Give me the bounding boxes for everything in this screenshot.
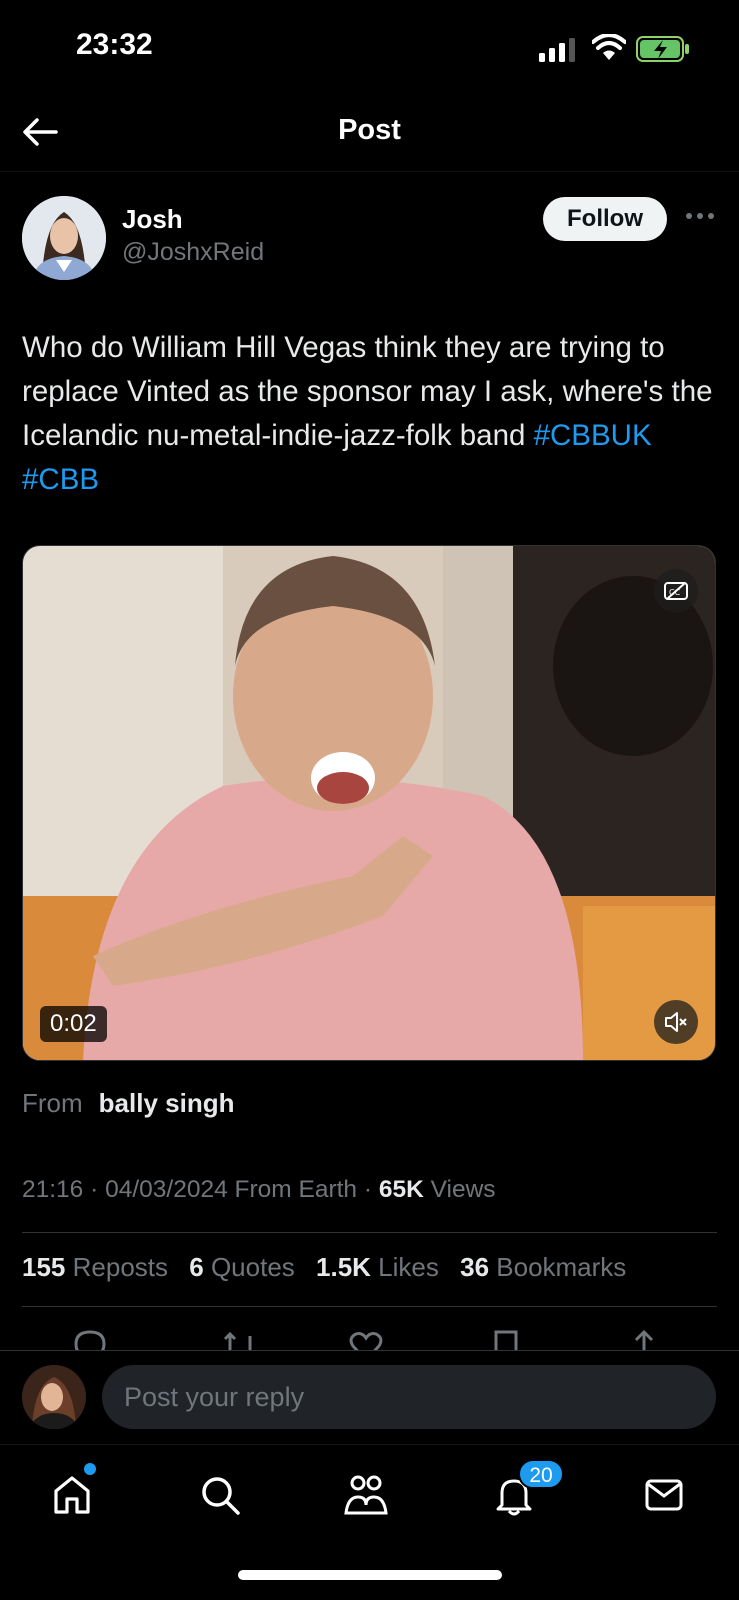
home-unread-dot xyxy=(84,1463,96,1475)
source-name[interactable]: bally singh xyxy=(99,1088,235,1118)
media-source: From bally singh xyxy=(22,1088,234,1119)
tab-communities[interactable] xyxy=(340,1469,392,1521)
post-author: Josh @JoshxReid Follow xyxy=(0,190,739,290)
likes-stat[interactable]: 1.5K Likes xyxy=(316,1252,439,1282)
post-video[interactable]: CC 0:02 xyxy=(22,545,716,1061)
captions-button[interactable]: CC xyxy=(654,569,698,613)
tab-messages[interactable] xyxy=(638,1469,690,1521)
divider xyxy=(22,1232,717,1233)
author-avatar[interactable] xyxy=(22,196,106,280)
svg-text:CC: CC xyxy=(669,588,681,597)
post-text: Who do William Hill Vegas think they are… xyxy=(22,326,722,502)
hashtag-link[interactable]: #CBBUK xyxy=(534,419,652,452)
reply-input[interactable] xyxy=(102,1365,716,1429)
status-bar: 23:32 xyxy=(0,0,739,100)
divider xyxy=(22,1306,717,1307)
repost-icon[interactable] xyxy=(222,1328,258,1350)
home-icon xyxy=(54,1476,90,1514)
hashtag-link[interactable]: #CBB xyxy=(22,463,99,496)
wifi-icon xyxy=(592,34,626,60)
post-header: Post xyxy=(0,100,739,172)
quotes-stat[interactable]: 6 Quotes xyxy=(189,1252,295,1282)
page-title: Post xyxy=(338,114,401,146)
search-icon xyxy=(202,1477,240,1515)
tab-home[interactable] xyxy=(46,1469,98,1521)
post-date: 04/03/2024 xyxy=(105,1176,228,1203)
bookmark-icon[interactable] xyxy=(488,1328,524,1350)
captions-off-icon: CC xyxy=(664,582,688,600)
author-name[interactable]: Josh xyxy=(122,204,183,235)
user-avatar[interactable] xyxy=(22,1365,86,1429)
like-icon[interactable] xyxy=(348,1328,384,1350)
communities-icon xyxy=(344,1475,388,1515)
post-actions xyxy=(0,1320,739,1350)
battery-charging-icon xyxy=(636,36,689,62)
follow-button[interactable]: Follow xyxy=(543,197,667,241)
post-meta: 21:16 · 04/03/2024 From Earth · 65K View… xyxy=(22,1176,496,1203)
reply-icon[interactable] xyxy=(72,1328,108,1350)
source-label: From xyxy=(22,1088,83,1118)
home-indicator xyxy=(238,1570,502,1580)
bookmarks-stat[interactable]: 36 Bookmarks xyxy=(460,1252,626,1282)
views-count: 65K xyxy=(378,1176,424,1203)
reposts-stat[interactable]: 155 Reposts xyxy=(22,1252,168,1282)
more-dots-icon xyxy=(686,213,714,219)
share-icon[interactable] xyxy=(626,1328,662,1350)
more-options-button[interactable] xyxy=(683,204,717,228)
mail-icon xyxy=(645,1479,683,1511)
reply-bar xyxy=(0,1350,739,1444)
muted-speaker-icon xyxy=(665,1012,687,1032)
post-time: 21:16 xyxy=(22,1176,84,1203)
author-handle[interactable]: @JoshxReid xyxy=(122,238,264,267)
cellular-signal-icon xyxy=(539,38,575,62)
video-frame xyxy=(23,546,715,1060)
mute-button[interactable] xyxy=(654,1000,698,1044)
status-time: 23:32 xyxy=(76,28,153,61)
video-duration: 0:02 xyxy=(40,1006,107,1042)
notifications-badge: 20 xyxy=(518,1459,564,1489)
post-stats: 155 Reposts 6 Quotes 1.5K Likes 36 Bookm… xyxy=(22,1252,640,1283)
post-location: From Earth xyxy=(234,1176,358,1203)
views-label: Views xyxy=(430,1176,496,1203)
tab-search[interactable] xyxy=(194,1469,246,1521)
